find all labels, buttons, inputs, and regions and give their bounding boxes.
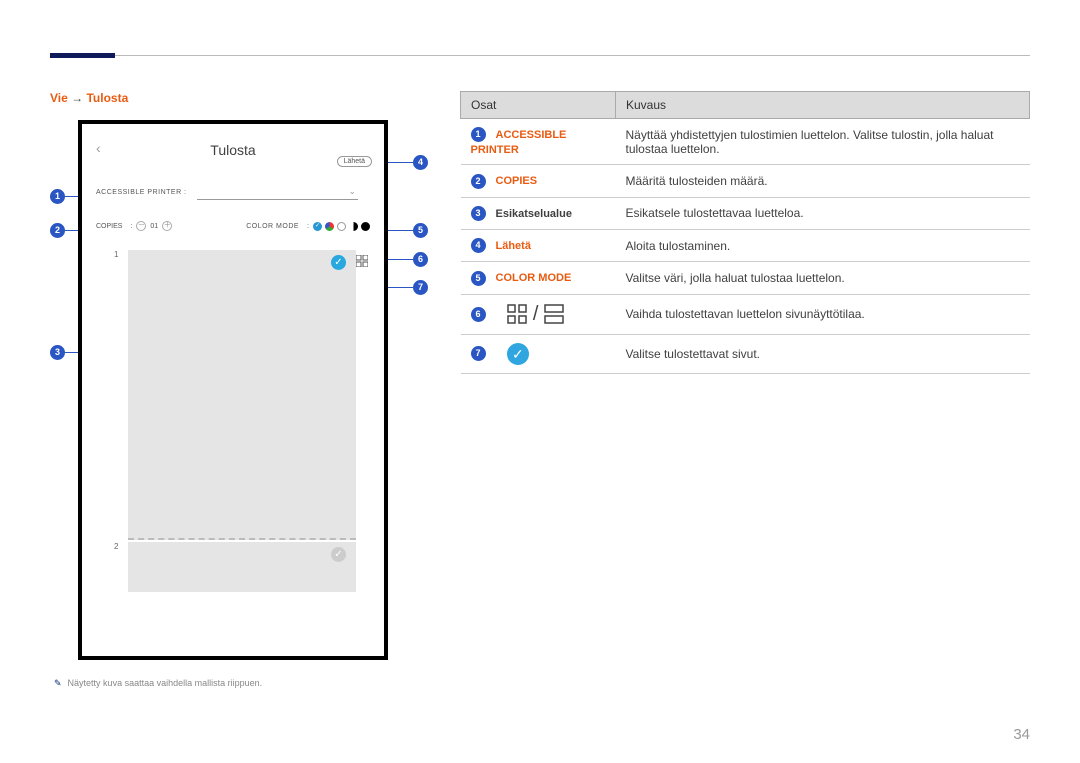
check-circle-icon: ✓	[507, 343, 529, 365]
breadcrumb-arrow: →	[71, 91, 83, 105]
table-row: 6 / Vaihda tulostettavan luettelon sivun…	[461, 294, 1030, 334]
screen-title: Tulosta	[210, 142, 255, 158]
colormode-label: COLOR MODE	[246, 223, 299, 230]
row-badge: 1	[471, 127, 486, 142]
page-number-1: 1	[114, 250, 118, 259]
breadcrumb: Vie → Tulosta	[50, 91, 430, 105]
preview-page-2[interactable]	[128, 542, 356, 592]
footnote-text: Näytetty kuva saattaa vaihdella mallista…	[68, 678, 263, 688]
page-select-2[interactable]: ✓	[331, 547, 346, 562]
row-badge: 4	[471, 238, 486, 253]
callout-6: 6	[413, 252, 428, 267]
layout-icons: /	[507, 303, 565, 326]
color-swatch-black[interactable]	[361, 222, 370, 231]
header-parts: Osat	[461, 92, 616, 119]
row-badge: 3	[471, 206, 486, 221]
printer-label: ACCESSIBLE PRINTER :	[96, 189, 187, 196]
row-name: Esikatselualue	[496, 207, 572, 219]
slash-separator: /	[533, 303, 539, 326]
stack-icon	[544, 304, 564, 324]
callout-1: 1	[50, 189, 65, 204]
row-desc: Näyttää yhdistettyjen tulostimien luette…	[616, 119, 1030, 165]
table-row: 3 Esikatselualue Esikatsele tulostettavaa…	[461, 197, 1030, 229]
row-badge: 7	[471, 346, 486, 361]
callout-3: 3	[50, 345, 65, 360]
copies-label: COPIES	[96, 223, 122, 230]
chevron-down-icon: ⌄	[348, 186, 356, 197]
parts-table: Osat Kuvaus 1ACCESSIBLE PRINTER Näyttää …	[460, 91, 1030, 374]
table-row: 2 COPIES Määritä tulosteiden määrä.	[461, 165, 1030, 197]
color-swatch-rgb[interactable]	[325, 222, 334, 231]
color-swatch-white[interactable]	[337, 222, 346, 231]
row-name: Lähetä	[496, 240, 531, 252]
preview-page-1[interactable]	[128, 250, 356, 540]
check-icon: ✓	[313, 222, 322, 231]
preview-area: 1 ✓ 2 ✓	[96, 250, 370, 600]
row-desc: Valitse tulostettavat sivut.	[616, 334, 1030, 373]
footnote: ✎ Näytetty kuva saattaa vaihdella mallist…	[54, 678, 430, 689]
row-name: COPIES	[496, 175, 538, 187]
header-desc: Kuvaus	[616, 92, 1030, 119]
layout-toggle-icon[interactable]	[356, 254, 368, 266]
send-button[interactable]: Lähetä	[337, 156, 372, 167]
table-row: 7 ✓ Valitse tulostettavat sivut.	[461, 334, 1030, 373]
page-number-2: 2	[114, 542, 118, 551]
copies-increment[interactable]: ＋	[162, 221, 172, 231]
row-desc: Määritä tulosteiden määrä.	[616, 165, 1030, 197]
row-desc: Esikatsele tulostettavaa luetteloa.	[616, 197, 1030, 229]
page-select-1[interactable]: ✓	[331, 255, 346, 270]
row-name: COLOR MODE	[496, 272, 572, 284]
copies-value: 01	[150, 223, 158, 230]
table-row: 4 Lähetä Aloita tulostaminen.	[461, 229, 1030, 261]
pencil-icon: ✎	[54, 678, 62, 688]
row-badge: 2	[471, 174, 486, 189]
row-desc: Vaihda tulostettavan luettelon sivunäytt…	[616, 294, 1030, 334]
header-rule	[50, 55, 1030, 56]
colormode-selector[interactable]: ✓	[313, 222, 370, 231]
callout-6-lead	[385, 259, 413, 260]
row-desc: Valitse väri, jolla haluat tulostaa luet…	[616, 262, 1030, 294]
row-desc: Aloita tulostaminen.	[616, 229, 1030, 261]
device-frame: ‹ Tulosta Lähetä ACCESSIBLE PRINTER : ⌄ …	[78, 120, 388, 660]
breadcrumb-part1: Vie	[50, 91, 68, 105]
callout-4: 4	[413, 155, 428, 170]
table-row: 1ACCESSIBLE PRINTER Näyttää yhdistettyje…	[461, 119, 1030, 165]
back-icon[interactable]: ‹	[96, 140, 101, 156]
breadcrumb-part2: Tulosta	[86, 91, 128, 105]
page-number: 34	[1013, 726, 1030, 743]
callout-5: 5	[413, 223, 428, 238]
callout-7: 7	[413, 280, 428, 295]
row-badge: 5	[471, 271, 486, 286]
grid-icon	[507, 304, 527, 324]
table-row: 5 COLOR MODE Valitse väri, jolla haluat t…	[461, 262, 1030, 294]
color-swatch-bw[interactable]	[349, 222, 358, 231]
callout-2: 2	[50, 223, 65, 238]
printer-dropdown[interactable]: ⌄	[197, 184, 358, 200]
row-badge: 6	[471, 307, 486, 322]
copies-decrement[interactable]: －	[136, 221, 146, 231]
